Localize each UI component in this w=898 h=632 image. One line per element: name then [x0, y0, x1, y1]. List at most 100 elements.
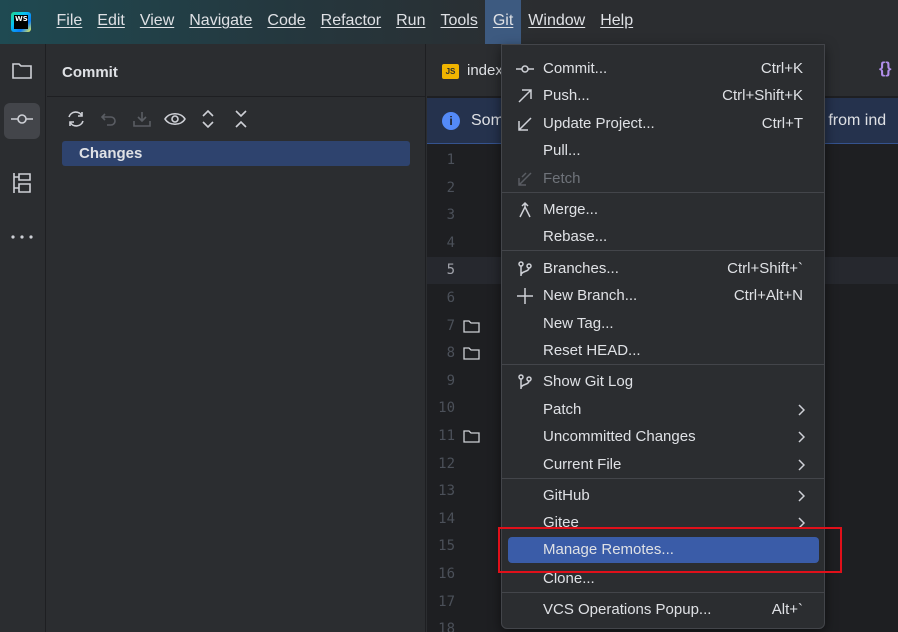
menu-item-commit[interactable]: Commit... Ctrl+K — [508, 56, 819, 82]
folder-icon[interactable] — [463, 319, 480, 333]
banner-text-right: d from ind — [815, 112, 887, 129]
menu-navigate[interactable]: Navigate — [182, 0, 260, 44]
shelve-icon[interactable] — [125, 106, 158, 132]
menu-separator — [502, 592, 824, 593]
menu-item-update-project[interactable]: Update Project... Ctrl+T — [508, 111, 819, 137]
refresh-icon[interactable] — [59, 106, 92, 132]
commit-tool-button[interactable] — [4, 103, 40, 139]
menu-item-label: Fetch — [543, 170, 581, 187]
menu-item-label: Patch — [543, 401, 582, 418]
expand-all-icon[interactable] — [191, 106, 224, 132]
branch-icon — [516, 373, 534, 391]
menu-item-vcs-operations-popup[interactable]: VCS Operations Popup... Alt+` — [508, 597, 819, 623]
tool-window-strip — [0, 44, 46, 632]
menu-item-current-file[interactable]: Current File — [508, 452, 819, 478]
menu-item-rebase[interactable]: Rebase... — [508, 224, 819, 250]
menu-item-label: Branches... — [543, 260, 619, 277]
project-tool-button[interactable] — [4, 54, 40, 90]
menu-item-pull[interactable]: Pull... — [508, 138, 819, 164]
logo-text: WS — [14, 15, 28, 29]
menu-code[interactable]: Code — [260, 0, 313, 44]
plus-icon — [516, 287, 534, 305]
menu-item-label: Pull... — [543, 142, 581, 159]
commit-panel: Commit Changes — [47, 44, 426, 632]
line-number: 9 — [446, 372, 455, 389]
menu-git[interactable]: Git — [485, 0, 521, 44]
more-icon — [10, 227, 34, 245]
banner-text: Som — [471, 112, 504, 129]
menu-item-push[interactable]: Push... Ctrl+Shift+K — [508, 83, 819, 109]
menu-help[interactable]: Help — [593, 0, 641, 44]
menu-item-show-git-log[interactable]: Show Git Log — [508, 369, 819, 395]
menu-item-merge[interactable]: Merge... — [508, 197, 819, 223]
info-icon: i — [442, 112, 460, 130]
menu-item-label: Update Project... — [543, 115, 655, 132]
menu-item-label: Push... — [543, 87, 590, 104]
menu-item-label: GitHub — [543, 487, 590, 504]
folder-icon[interactable] — [463, 347, 480, 360]
menu-run[interactable]: Run — [389, 0, 433, 44]
menu-item-label: Rebase... — [543, 228, 608, 245]
menu-view[interactable]: View — [132, 0, 181, 44]
line-number: 8 — [446, 345, 455, 362]
menu-refactor[interactable]: Refactor — [313, 0, 388, 44]
menu-item-label: New Tag... — [543, 315, 614, 332]
menu-file[interactable]: File — [49, 0, 90, 44]
line-number: 12 — [438, 455, 455, 472]
line-number: 13 — [438, 483, 455, 500]
menu-separator — [502, 478, 824, 479]
preview-icon[interactable] — [158, 106, 191, 132]
line-number: 6 — [446, 290, 455, 306]
menu-item-label: Uncommitted Changes — [543, 428, 696, 445]
folder-icon — [11, 60, 33, 85]
json-braces-icon[interactable]: {} — [879, 60, 891, 78]
panel-title: Commit — [62, 64, 118, 81]
menu-item-patch[interactable]: Patch — [508, 397, 819, 423]
chevron-right-icon — [797, 430, 806, 447]
line-number: 17 — [438, 593, 455, 610]
line-number: 14 — [438, 510, 455, 527]
commit-toolbar — [59, 106, 257, 132]
line-number: 2 — [446, 179, 455, 196]
collapse-all-icon[interactable] — [224, 106, 257, 132]
menu-edit[interactable]: Edit — [90, 0, 133, 44]
menu-item-label: Commit... — [543, 60, 608, 77]
shortcut: Ctrl+K — [760, 60, 803, 77]
shortcut: Ctrl+Shift+` — [727, 260, 803, 277]
folder-icon[interactable] — [463, 430, 480, 443]
line-number: 16 — [438, 566, 455, 582]
structure-tool-button[interactable] — [4, 167, 40, 203]
webstorm-logo-icon[interactable]: WS — [11, 12, 31, 32]
annotation-highlight-box — [498, 527, 842, 573]
menu-separator — [502, 364, 824, 365]
commit-icon — [10, 111, 34, 132]
menu-item-github[interactable]: GitHub — [508, 483, 819, 509]
shortcut: Ctrl+Shift+K — [722, 87, 803, 104]
rollback-icon[interactable] — [92, 106, 125, 132]
menu-item-reset-head[interactable]: Reset HEAD... — [508, 338, 819, 364]
menu-item-label: Current File — [543, 456, 622, 473]
structure-icon — [11, 171, 33, 200]
menu-item-branches[interactable]: Branches... Ctrl+Shift+` — [508, 256, 819, 282]
line-number: 18 — [438, 621, 455, 632]
menu-item-label: Merge... — [543, 201, 599, 218]
update-arrow-icon — [516, 115, 534, 133]
chevron-right-icon — [797, 458, 806, 475]
menu-item-label: VCS Operations Popup... — [543, 601, 712, 618]
fetch-icon — [516, 170, 534, 188]
menu-item-uncommitted-changes[interactable]: Uncommitted Changes — [508, 424, 819, 450]
shortcut: Alt+` — [771, 601, 803, 618]
push-arrow-icon — [516, 87, 534, 105]
menu-item-label: Reset HEAD... — [543, 342, 641, 359]
menu-window[interactable]: Window — [521, 0, 593, 44]
more-tool-button[interactable] — [4, 218, 40, 254]
menu-item-new-branch[interactable]: New Branch... Ctrl+Alt+N — [508, 283, 819, 309]
menu-bar: WS File Edit View Navigate Code Refactor… — [0, 0, 898, 44]
line-number: 10 — [438, 400, 455, 417]
changes-tree-node[interactable]: Changes — [62, 141, 410, 166]
tab-index[interactable]: index — [467, 62, 503, 79]
menu-separator — [502, 192, 824, 193]
menu-tools[interactable]: Tools — [433, 0, 485, 44]
line-number: 15 — [438, 538, 455, 555]
menu-item-new-tag[interactable]: New Tag... — [508, 311, 819, 337]
